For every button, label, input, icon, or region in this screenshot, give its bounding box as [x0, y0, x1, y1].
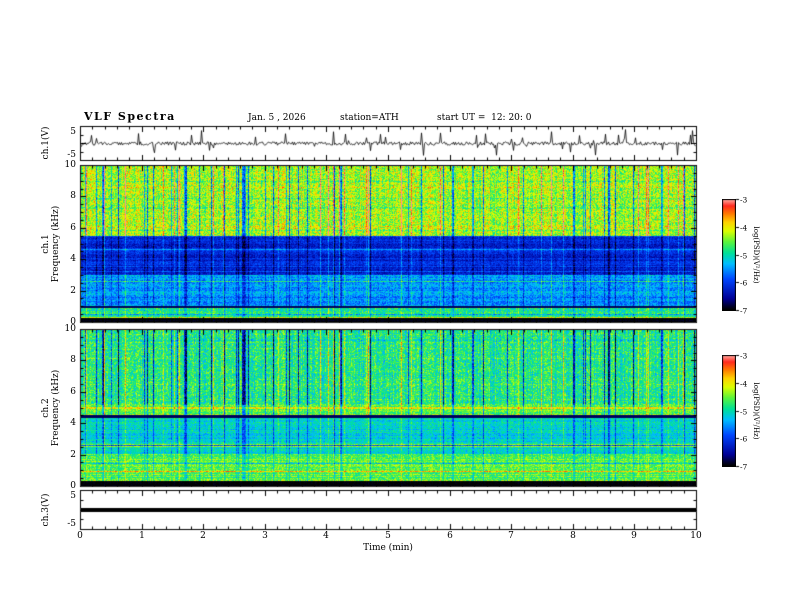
- wave3-y-tick-label: -5: [67, 519, 76, 529]
- spec1-y-tick-label: 8: [70, 191, 76, 201]
- ch1-spectrogram-canvas: [81, 166, 696, 322]
- x-tick-label: 7: [508, 531, 514, 541]
- colorbar-tick-label: -6: [740, 278, 748, 287]
- colorbar-tick-label: -5: [740, 251, 748, 260]
- x-tick-label: 10: [690, 531, 702, 541]
- colorbar-tick-label: -7: [740, 306, 748, 315]
- colorbar-ch1-label: log(PSD)(V²/Hz): [752, 226, 760, 284]
- x-tick-label: 3: [262, 531, 268, 541]
- ch2-spectrogram-channel-text: ch.2: [41, 398, 51, 418]
- colorbar-tick-label: -3: [740, 195, 748, 204]
- colorbar-tick-label: -7: [740, 462, 748, 471]
- ch1-spectrogram-ylabel-text: Frequency (kHz): [51, 205, 61, 283]
- colorbar-tick-label: -4: [740, 379, 748, 388]
- x-tick-label: 8: [570, 531, 576, 541]
- figure-station: station=ATH: [340, 113, 399, 123]
- ch2-spectrogram-ylabel: ch.2 Frequency (kHz): [41, 370, 61, 447]
- wave3-y-tick-label: 5: [70, 491, 76, 501]
- x-tick-label: 2: [200, 531, 206, 541]
- ch3-waveform-canvas: [81, 491, 696, 529]
- colorbar-ch1-canvas: [722, 199, 736, 311]
- spec1-y-tick-label: 10: [64, 160, 76, 170]
- ch1-waveform-ylabel-text: ch.1(V): [41, 126, 51, 160]
- ch1-waveform-ylabel: ch.1(V): [41, 127, 51, 160]
- spec2-y-tick-label: 6: [70, 387, 76, 397]
- spec1-y-tick-label: 2: [70, 286, 76, 296]
- spec2-y-tick-label: 0: [70, 481, 76, 491]
- ch1-spectrogram-channel-text: ch.1: [41, 234, 51, 254]
- x-tick-label: 4: [323, 531, 329, 541]
- spec2-y-tick-label: 8: [70, 355, 76, 365]
- ch3-waveform-ylabel: ch.3(V): [41, 494, 51, 527]
- ch1-waveform-canvas: [81, 127, 696, 160]
- x-axis-label: Time (min): [363, 543, 413, 553]
- spec2-y-tick-label: 10: [64, 324, 76, 334]
- ch1-spectrogram-ylabel: ch.1 Frequency (kHz): [41, 206, 61, 283]
- colorbar-ch2-label: log(PSD)(V²/Hz): [752, 382, 760, 440]
- figure-title: VLF Spectra: [84, 110, 176, 123]
- spec1-y-tick-label: 4: [70, 254, 76, 264]
- x-tick-label: 5: [385, 531, 391, 541]
- colorbar-tick-label: -6: [740, 434, 748, 443]
- spec1-y-tick-label: 6: [70, 223, 76, 233]
- vlf-spectra-figure: VLF Spectra Jan. 5 , 2026 station=ATH st…: [0, 0, 792, 612]
- x-tick-label: 6: [447, 531, 453, 541]
- figure-date: Jan. 5 , 2026: [248, 113, 306, 123]
- x-tick-label: 0: [77, 531, 83, 541]
- x-tick-label: 9: [631, 531, 637, 541]
- colorbar-ch2-canvas: [722, 355, 736, 467]
- colorbar-tick-label: -3: [740, 351, 748, 360]
- ch3-waveform-ylabel-text: ch.3(V): [41, 493, 51, 527]
- wave1-y-tick-label: 5: [70, 127, 76, 137]
- spec2-y-tick-label: 4: [70, 418, 76, 428]
- colorbar-tick-label: -5: [740, 407, 748, 416]
- ch2-spectrogram-ylabel-text: Frequency (kHz): [51, 369, 61, 447]
- x-tick-label: 1: [139, 531, 145, 541]
- figure-start-ut: start UT = 12: 20: 0: [437, 113, 532, 123]
- wave1-y-tick-label: -5: [67, 150, 76, 160]
- ch2-spectrogram-canvas: [81, 330, 696, 486]
- colorbar-tick-label: -4: [740, 223, 748, 232]
- spec2-y-tick-label: 2: [70, 450, 76, 460]
